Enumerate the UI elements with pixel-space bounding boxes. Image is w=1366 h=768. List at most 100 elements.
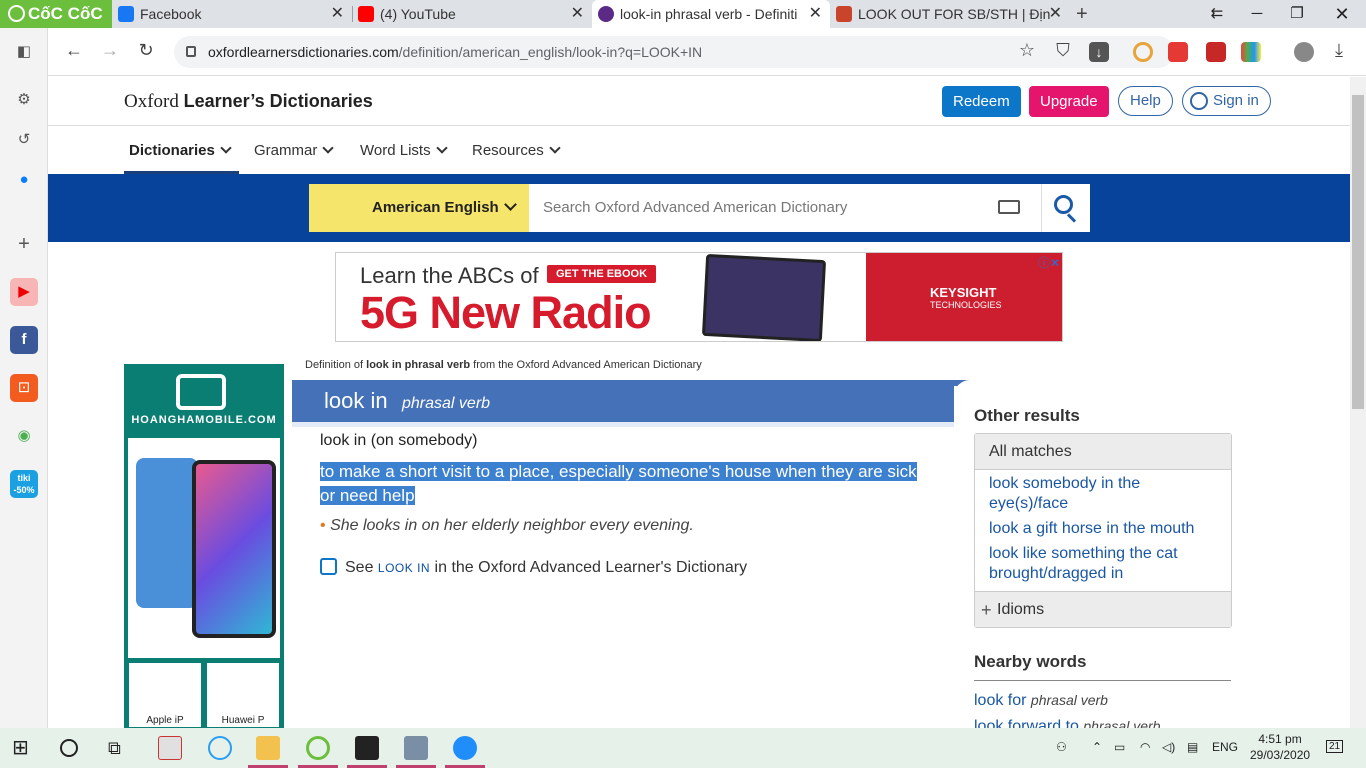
chevron-up-icon[interactable]: ⌃ [1092, 740, 1102, 754]
nearby-words-title: Nearby words [974, 652, 1087, 671]
youtube-icon [358, 6, 374, 22]
see-also-link[interactable]: LOOK IN [378, 561, 430, 575]
app-icon[interactable] [208, 736, 232, 760]
language-indicator[interactable]: ENG [1212, 740, 1238, 754]
input-icon[interactable]: ▤ [1187, 740, 1198, 754]
oxford-favicon-icon [598, 6, 614, 22]
other-results-title: Other results [974, 406, 1080, 425]
add-sidebar-item-icon[interactable]: + [10, 230, 38, 258]
dictionary-selector[interactable]: American English [309, 184, 529, 232]
tiki-icon[interactable]: tiki -50% [10, 470, 38, 498]
side-ad-thumb[interactable]: Huawei P [206, 662, 280, 728]
close-icon[interactable]: ✕ [1049, 0, 1062, 28]
clock[interactable]: 4:51 pm 29/03/2020 [1250, 731, 1310, 763]
bookmark-star-icon[interactable]: ☆ [1015, 40, 1039, 61]
match-link[interactable]: look a gift horse in the mouth [975, 516, 1231, 541]
page-scrollbar[interactable] [1350, 77, 1366, 728]
reload-button[interactable]: ↻ [134, 40, 158, 61]
sign-in-button[interactable]: Sign in [1182, 86, 1271, 116]
search-icon[interactable] [60, 739, 78, 757]
tab-title: look-in phrasal verb - Definiti [620, 6, 798, 22]
wifi-icon[interactable]: ◠ [1140, 740, 1150, 754]
search-button[interactable] [1041, 184, 1090, 232]
match-link[interactable]: look somebody in the eye(s)/face [975, 470, 1231, 516]
extension-icon[interactable] [1206, 42, 1226, 62]
nearby-word-link[interactable]: look for phrasal verb [974, 692, 1108, 710]
nearby-word-link[interactable]: look forward to phrasal verb [974, 718, 1160, 728]
extension-icon[interactable] [1241, 42, 1261, 62]
close-icon[interactable]: ✕ [571, 0, 584, 28]
app-icon[interactable] [158, 736, 182, 760]
extension-new-icon[interactable] [1168, 42, 1188, 62]
facebook-icon[interactable]: f [10, 326, 38, 354]
lock-icon [186, 46, 196, 57]
chevron-down-icon [322, 142, 335, 154]
tab-facebook[interactable]: Facebook ✕ [112, 0, 352, 28]
history-icon[interactable]: ↺ [10, 126, 38, 154]
cambridge-favicon-icon [836, 6, 852, 22]
match-link[interactable]: look like something the cat brought/drag… [975, 541, 1231, 586]
redeem-button[interactable]: Redeem [942, 86, 1021, 117]
example: • She looks in on her elderly neighbor e… [320, 517, 694, 534]
tab-list-icon[interactable]: ⇇ [1197, 0, 1237, 28]
youtube-icon[interactable]: ▶ [10, 278, 38, 306]
tab-youtube[interactable]: (4) YouTube ✕ [352, 0, 592, 28]
sidebar-toggle-icon[interactable]: ◧ [10, 38, 38, 66]
forward-button[interactable]: → [98, 40, 122, 61]
downloads-icon[interactable]: ⤓ [1327, 40, 1351, 61]
close-window-button[interactable]: ✕ [1322, 0, 1362, 28]
settings-icon[interactable]: ⚙ [10, 86, 38, 114]
restore-button[interactable]: ❐ [1277, 0, 1317, 28]
tab-strip: CốC CốC Facebook ✕ (4) YouTube ✕ look-in… [0, 0, 1366, 28]
coccoc-icon[interactable] [306, 736, 330, 760]
side-ad-thumb[interactable]: Apple iP [128, 662, 202, 728]
notifications-badge[interactable]: 21 [1326, 740, 1344, 753]
nav-word-lists[interactable]: Word Lists [360, 142, 448, 159]
app-icon[interactable] [404, 736, 428, 760]
volume-icon[interactable]: ◁) [1162, 740, 1175, 754]
avatar[interactable] [1294, 42, 1314, 62]
browser-brand[interactable]: CốC CốC [0, 0, 112, 28]
windows-start-icon[interactable]: ⊞ [12, 736, 36, 760]
shopee-icon[interactable]: ⊡ [10, 374, 38, 402]
file-explorer-icon[interactable] [256, 736, 280, 760]
close-icon[interactable]: ✕ [331, 0, 344, 28]
help-button[interactable]: Help [1118, 86, 1173, 116]
zalo-icon[interactable] [453, 736, 477, 760]
messenger-icon[interactable]: ● [10, 166, 38, 194]
back-button[interactable]: ← [62, 40, 86, 61]
tab-title: LOOK OUT FOR SB/STH | Địn [858, 6, 1051, 22]
minimize-button[interactable]: ─ [1237, 0, 1277, 28]
upgrade-button[interactable]: Upgrade [1029, 86, 1109, 117]
scrollbar-thumb[interactable] [1352, 95, 1364, 409]
search-input[interactable]: Search Oxford Advanced American Dictiona… [529, 184, 1041, 232]
side-ad-brand: HOANGHAMOBILE.COM [131, 414, 277, 426]
nav-resources[interactable]: Resources [472, 142, 561, 159]
ad-cta-button[interactable]: GET THE EBOOK [547, 265, 657, 283]
nav-dictionaries[interactable]: Dictionaries [129, 142, 232, 159]
new-tab-button[interactable]: + [1076, 0, 1088, 28]
nav-grammar[interactable]: Grammar [254, 142, 335, 159]
battery-icon[interactable]: ▭ [1114, 740, 1125, 754]
tab-oxford-active[interactable]: look-in phrasal verb - Definiti ✕ [592, 0, 830, 28]
extension-icon[interactable] [1133, 42, 1153, 62]
chevron-down-icon [435, 142, 448, 154]
download-icon[interactable]: ↓ [1089, 42, 1109, 62]
idioms-toggle[interactable]: + Idioms [975, 591, 1231, 627]
task-view-icon[interactable]: ⧉ [108, 736, 132, 760]
keyboard-icon[interactable] [998, 200, 1020, 214]
web-page: Oxford Learner’s Dictionaries Redeem Upg… [48, 77, 1350, 728]
coccoc-icon[interactable]: ◉ [10, 422, 38, 450]
sticky-notes-icon[interactable] [355, 736, 379, 760]
people-icon[interactable]: ⚇ [1056, 740, 1067, 754]
site-logo[interactable]: Oxford Learner’s Dictionaries [124, 91, 373, 113]
hoangha-logo-icon [176, 374, 226, 410]
side-ad[interactable]: HOANGHAMOBILE.COM Apple iP Huawei P [124, 364, 284, 728]
shield-icon[interactable]: ⛉ [1051, 40, 1075, 61]
ad-choices-icon[interactable]: ⓘ✕ [1038, 254, 1060, 271]
all-matches-header[interactable]: All matches [975, 434, 1231, 470]
tab-cambridge[interactable]: LOOK OUT FOR SB/STH | Địn ✕ [830, 0, 1070, 28]
close-icon[interactable]: ✕ [809, 0, 822, 28]
banner-ad[interactable]: Learn the ABCs of 5G New Radio GET THE E… [335, 252, 1063, 342]
coccoc-logo-icon [8, 5, 25, 22]
